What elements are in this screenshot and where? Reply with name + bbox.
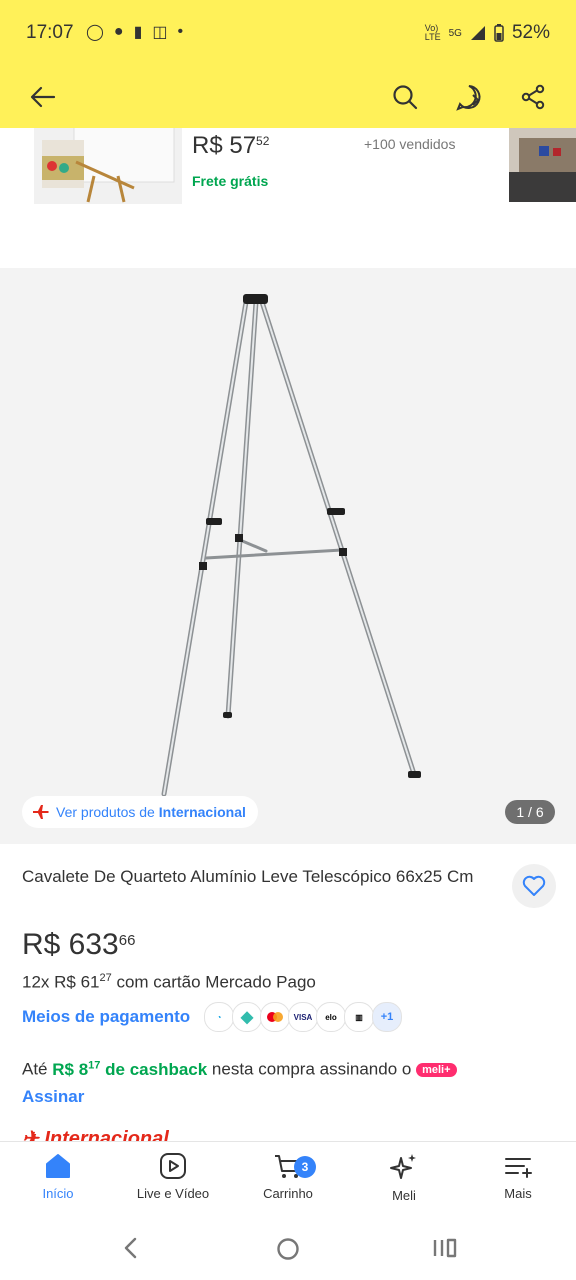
cashback-value-int: R$ 8: [52, 1059, 89, 1079]
cashback-value-cents: 17: [88, 1059, 101, 1071]
international-section-text: Internacional: [44, 1128, 169, 1142]
related-product-card[interactable]: R$ 5752 +100 vendidos Frete grátis: [0, 128, 576, 218]
related-price-cents: 52: [256, 134, 270, 148]
image-counter: 1 / 6: [505, 800, 555, 824]
search-button[interactable]: [390, 82, 420, 112]
arrow-left-icon: [30, 86, 56, 108]
app-bar: [0, 68, 576, 128]
related-product-image-2[interactable]: [509, 128, 576, 202]
payment-icons[interactable]: ◔ ◆ VISA elo ▥ +1: [204, 1002, 402, 1032]
cashback-suffix: nesta compra assinando o: [207, 1059, 417, 1079]
mercado-pago-icon: ◔: [204, 1002, 234, 1032]
product-price: R$ 63366: [22, 928, 135, 962]
nav-cart[interactable]: 3 Carrinho: [233, 1152, 343, 1201]
sparkle-icon: [390, 1154, 416, 1179]
cashback-label: de cashback: [100, 1059, 208, 1079]
installments-suffix: com cartão Mercado Pago: [111, 972, 316, 992]
related-price-int: R$ 57: [192, 132, 257, 159]
status-bar: 17:07 ◯ ● ▮ ◫ • Vo) LTE 5G 52%: [0, 0, 576, 68]
play-icon: [160, 1153, 186, 1179]
dot-icon: •: [177, 23, 184, 40]
whatsapp-icon: ◯: [86, 24, 104, 41]
installments-prefix: 12x R$ 61: [22, 972, 100, 992]
cashback-value: R$ 817 de cashback: [52, 1059, 208, 1079]
chat-icon: ●: [113, 23, 124, 40]
nav-meli-label: Meli: [392, 1188, 416, 1203]
notification-icons: ◯ ● ▮ ◫ •: [86, 22, 183, 42]
cashback-prefix: Até: [22, 1059, 53, 1079]
meli-plus-badge: meli+: [416, 1062, 457, 1077]
boleto-icon: ▥: [344, 1002, 374, 1032]
elo-icon: elo: [316, 1002, 346, 1032]
international-badge-text: Ver produtos de Internacional: [56, 804, 246, 820]
whatsapp-share-button[interactable]: [454, 82, 484, 112]
system-back-icon[interactable]: [122, 1237, 140, 1259]
installments: 12x R$ 6127 com cartão Mercado Pago: [22, 972, 316, 993]
cashback-info: Até R$ 817 de cashback nesta compra assi…: [22, 1059, 457, 1080]
mastercard-icon: [260, 1002, 290, 1032]
payment-methods-link[interactable]: Meios de pagamento: [22, 1007, 190, 1027]
nav-meli[interactable]: Meli: [349, 1152, 459, 1203]
more-payment-methods[interactable]: +1: [372, 1002, 402, 1032]
back-button[interactable]: [28, 82, 58, 112]
status-time: 17:07: [26, 22, 74, 43]
nav-home[interactable]: Início: [3, 1152, 113, 1201]
share-button[interactable]: [518, 82, 548, 112]
international-badge[interactable]: Ver produtos de Internacional: [22, 796, 258, 828]
product-price-cents: 66: [118, 932, 136, 949]
cart-count-badge: 3: [294, 1156, 316, 1178]
app-icon: ▮: [133, 24, 143, 41]
signal-icon: [470, 26, 485, 40]
favorite-button[interactable]: [512, 864, 556, 908]
product-image-gallery[interactable]: [0, 268, 576, 844]
pix-icon: ◆: [232, 1002, 262, 1032]
international-prefix: Ver produtos de: [56, 804, 159, 820]
bottom-navigation: Início Live e Vídeo 3 Carrinho Meli Mais: [0, 1141, 576, 1216]
battery-icon: [494, 24, 504, 42]
whatsapp-share-icon: [456, 85, 481, 111]
nav-more[interactable]: Mais: [463, 1152, 573, 1201]
related-product-image: [34, 128, 182, 204]
nav-more-label: Mais: [504, 1186, 532, 1201]
nav-cart-label: Carrinho: [263, 1186, 313, 1201]
nav-live-video[interactable]: Live e Vídeo: [118, 1152, 228, 1201]
menu-icon: [505, 1158, 532, 1178]
network-label: 5G: [448, 27, 462, 39]
battery-level: 52%: [511, 22, 550, 43]
share-icon: [521, 84, 545, 110]
volte-icon: Vo) LTE: [424, 23, 441, 42]
nav-live-video-label: Live e Vídeo: [136, 1186, 210, 1201]
visa-icon: VISA: [288, 1002, 318, 1032]
search-icon: [393, 85, 418, 110]
airplane-icon: [33, 805, 49, 819]
subscribe-link[interactable]: Assinar: [22, 1087, 84, 1107]
related-price: R$ 5752: [192, 132, 269, 160]
heart-icon: [522, 875, 546, 896]
international-section-label: ✈ Internacional: [22, 1126, 169, 1142]
related-sold-count: +100 vendidos: [364, 136, 456, 152]
international-brand: Internacional: [158, 804, 246, 820]
nav-home-label: Início: [42, 1186, 74, 1201]
product-price-int: R$ 633: [22, 928, 119, 961]
system-navigation-bar: [0, 1215, 576, 1280]
installments-cents: 27: [99, 972, 112, 984]
product-title: Cavalete De Quarteto Alumínio Leve Teles…: [22, 867, 474, 886]
system-recents-icon[interactable]: [432, 1237, 458, 1259]
related-shipping: Frete grátis: [192, 173, 269, 189]
easel-image: [161, 294, 421, 797]
home-icon: [46, 1154, 70, 1178]
status-right: Vo) LTE 5G 52%: [425, 22, 550, 44]
system-home-icon[interactable]: [276, 1237, 300, 1261]
gamepad-icon: ◫: [152, 24, 168, 41]
